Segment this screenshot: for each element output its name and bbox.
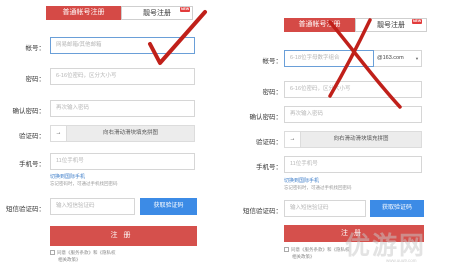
watermark-url: www.uuu9.com [386, 258, 417, 263]
watermark-logo: 优游网 [345, 232, 427, 260]
